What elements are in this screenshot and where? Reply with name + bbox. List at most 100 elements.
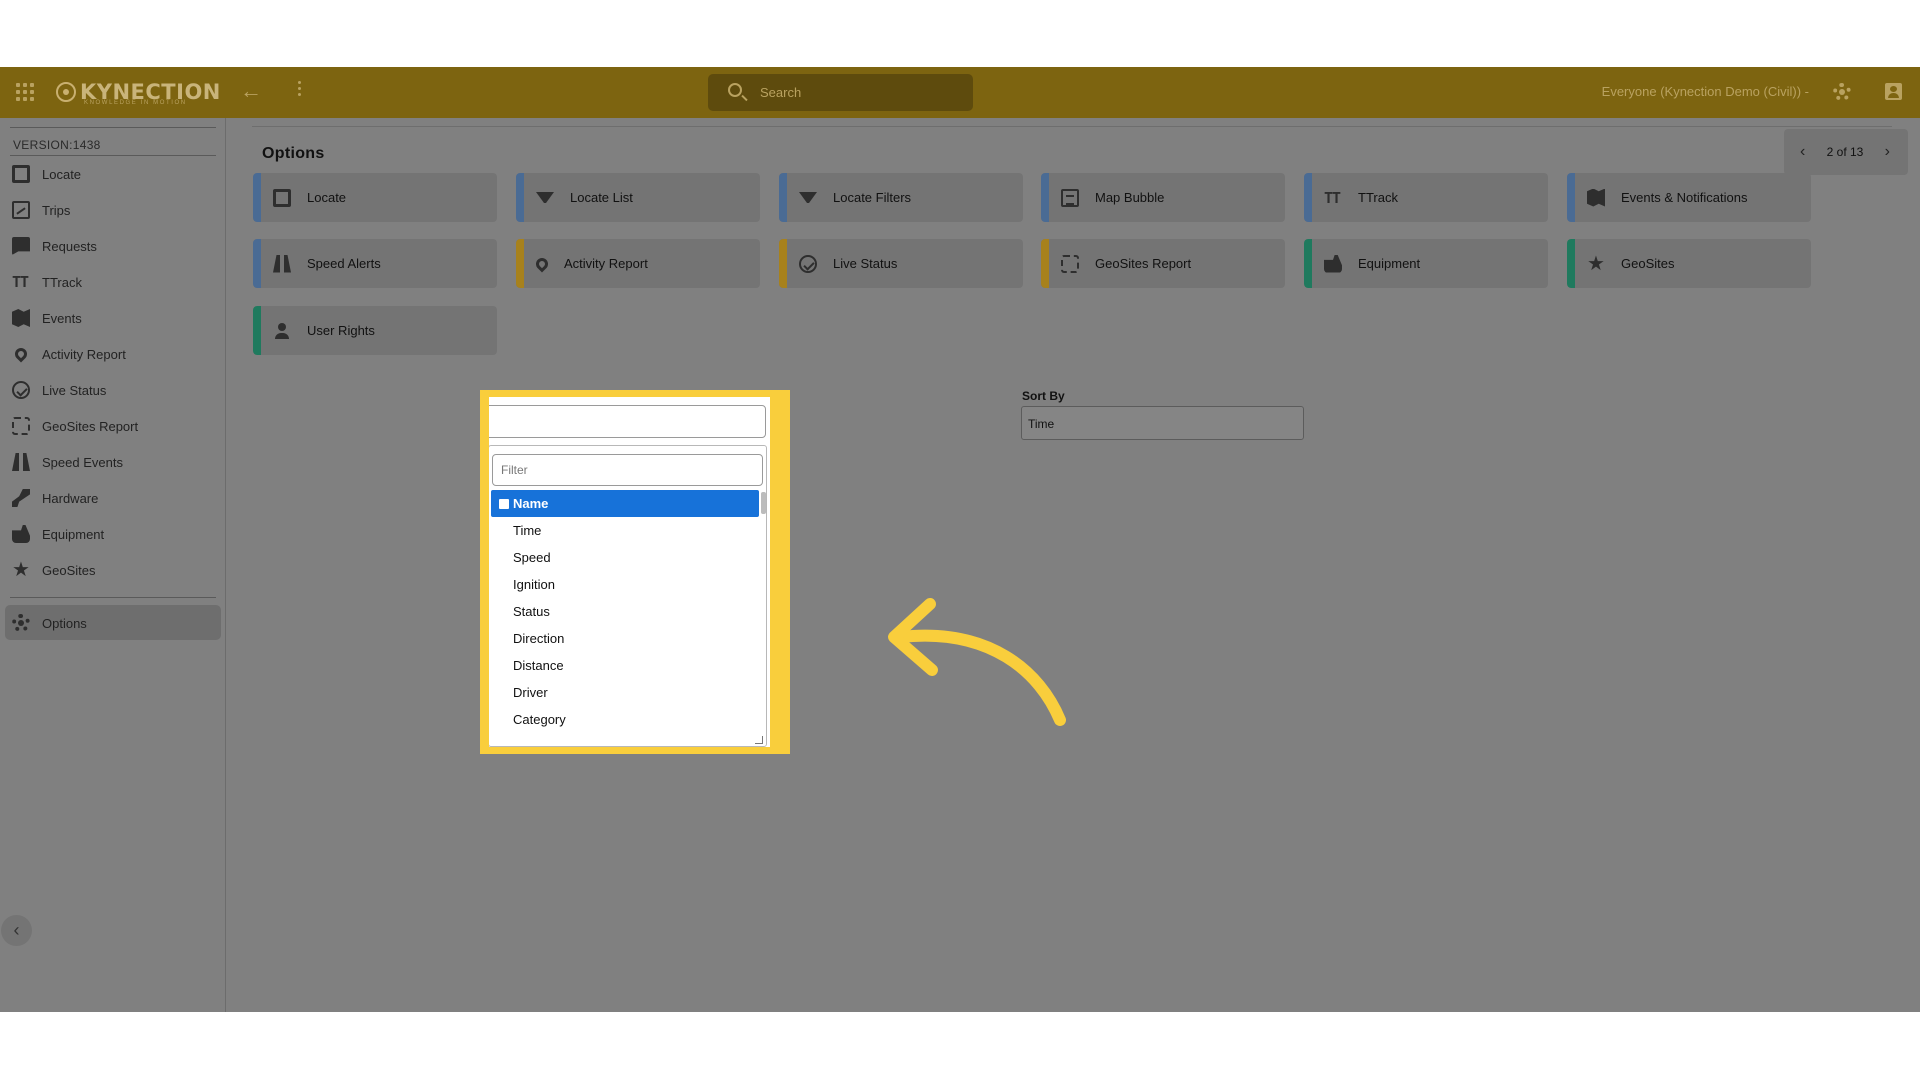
app-grid-icon[interactable] xyxy=(16,83,34,101)
dropdown-option-name[interactable]: Name xyxy=(491,490,759,517)
sidebar-item-label: Speed Events xyxy=(42,454,123,470)
sidebar-item-geosites-report[interactable]: GeoSites Report xyxy=(12,414,138,438)
dropdown-option-distance[interactable]: Distance xyxy=(491,652,759,679)
checkbox-icon xyxy=(499,499,509,509)
person-icon xyxy=(273,322,291,340)
filter-icon xyxy=(799,192,817,203)
dropdown-option-status[interactable]: Status xyxy=(491,598,759,625)
events-icon xyxy=(12,309,30,327)
card-label: User Rights xyxy=(307,323,375,338)
sidebar-item-requests[interactable]: Requests xyxy=(12,234,97,258)
card-user-rights[interactable]: User Rights xyxy=(253,306,497,355)
account-icon[interactable] xyxy=(1885,83,1902,100)
logo-tagline: KNOWLEDGE IN MOTION xyxy=(84,100,187,106)
star-icon: ★ xyxy=(12,559,30,581)
kynection-logo[interactable]: KYNECTION KNOWLEDGE IN MOTION xyxy=(56,78,221,106)
sidebar-item-events[interactable]: Events xyxy=(12,306,82,330)
card-live-status[interactable]: Live Status xyxy=(779,239,1023,288)
sidebar: VERSION:1438 Locate Trips Requests TT TT… xyxy=(0,118,226,1012)
sidebar-item-trips[interactable]: Trips xyxy=(12,198,70,222)
sidebar-item-label: Options xyxy=(42,615,87,631)
ttrack-icon: TT xyxy=(1324,188,1341,207)
filter-input[interactable] xyxy=(492,454,763,486)
card-speed-alerts[interactable]: Speed Alerts xyxy=(253,239,497,288)
option-label: Name xyxy=(513,496,549,511)
settings-gear-icon[interactable] xyxy=(1833,83,1851,101)
search-icon xyxy=(728,83,742,97)
card-accent xyxy=(1304,173,1312,222)
card-accent xyxy=(1567,239,1575,288)
sidebar-divider xyxy=(10,127,216,128)
dashed-square-icon xyxy=(1061,254,1079,273)
card-ttrack[interactable]: TT TTrack xyxy=(1304,173,1548,222)
sidebar-item-label: TTrack xyxy=(42,274,82,290)
road-icon xyxy=(273,254,291,273)
card-accent xyxy=(1567,173,1575,222)
sidebar-item-activity-report[interactable]: Activity Report xyxy=(12,342,126,366)
dropdown-option-driver[interactable]: Driver xyxy=(491,679,759,706)
sidebar-item-options[interactable]: Options xyxy=(12,611,87,635)
card-activity-report[interactable]: Activity Report xyxy=(516,239,760,288)
sidebar-item-label: GeoSites Report xyxy=(42,418,139,434)
card-events-notifications[interactable]: Events & Notifications xyxy=(1567,173,1811,222)
card-equipment[interactable]: Equipment xyxy=(1304,239,1548,288)
card-locate-filters[interactable]: Locate Filters xyxy=(779,173,1023,222)
sidebar-item-live-status[interactable]: Live Status xyxy=(12,378,106,402)
version-label: VERSION:1438 xyxy=(13,138,101,152)
sort-by-select[interactable]: Time xyxy=(1021,406,1304,440)
dropdown-option-speed[interactable]: Speed xyxy=(491,544,759,571)
card-accent xyxy=(516,173,524,222)
map-icon xyxy=(12,165,30,183)
card-locate[interactable]: Locate xyxy=(253,173,497,222)
road-icon xyxy=(12,453,30,471)
truck-icon xyxy=(12,525,30,543)
card-label: Locate List xyxy=(570,190,633,205)
sort-by-label: Sort By xyxy=(1022,389,1065,403)
pager-prev-button[interactable]: ‹ xyxy=(1800,143,1805,161)
dropdown-panel: Name Time Speed Ignition Status Directio… xyxy=(489,445,767,747)
content-divider xyxy=(252,126,1892,127)
columns-select[interactable] xyxy=(489,405,766,438)
sidebar-item-label: Requests xyxy=(42,238,97,254)
sidebar-item-equipment[interactable]: Equipment xyxy=(12,522,104,546)
card-label: Locate Filters xyxy=(833,190,912,205)
card-geosites-report[interactable]: GeoSites Report xyxy=(1041,239,1285,288)
sidebar-item-label: Locate xyxy=(42,166,82,182)
sidebar-item-label: Equipment xyxy=(42,526,105,542)
annotation-arrow-icon xyxy=(888,598,1066,726)
sidebar-item-locate[interactable]: Locate xyxy=(12,162,81,186)
check-circle-icon xyxy=(799,254,817,273)
card-label: Activity Report xyxy=(564,256,648,271)
search-input[interactable] xyxy=(760,74,960,111)
card-map-bubble[interactable]: Map Bubble xyxy=(1041,173,1285,222)
sidebar-item-hardware[interactable]: Hardware xyxy=(12,486,98,510)
sidebar-item-geosites[interactable]: ★ GeoSites xyxy=(12,558,95,582)
sidebar-item-label: Hardware xyxy=(42,490,99,506)
dropdown-option-direction[interactable]: Direction xyxy=(491,625,759,652)
map-icon xyxy=(273,188,291,207)
org-selector[interactable]: Everyone (Kynection Demo (Civil)) - xyxy=(1602,84,1809,99)
logo-mark-icon xyxy=(56,82,76,102)
card-accent xyxy=(1041,239,1049,288)
requests-icon xyxy=(12,237,30,255)
dropdown-option-category[interactable]: Category xyxy=(491,706,759,733)
dropdown-option-time[interactable]: Time xyxy=(491,517,759,544)
back-arrow-icon[interactable]: ← xyxy=(240,79,262,103)
sidebar-item-speed-events[interactable]: Speed Events xyxy=(12,450,123,474)
pager-text: 2 of 13 xyxy=(1826,145,1864,159)
card-geosites[interactable]: ★ GeoSites xyxy=(1567,239,1811,288)
sidebar-item-label: Activity Report xyxy=(42,346,126,362)
resize-handle-icon[interactable] xyxy=(755,736,763,744)
pager-next-button[interactable]: › xyxy=(1885,143,1890,161)
sidebar-item-ttrack[interactable]: TT TTrack xyxy=(12,270,82,294)
card-accent xyxy=(253,173,261,222)
clipboard-icon xyxy=(1061,188,1079,207)
tool-icon xyxy=(12,489,30,507)
card-label: Events & Notifications xyxy=(1621,190,1748,205)
more-vertical-icon[interactable] xyxy=(298,81,302,96)
dropdown-scrollbar[interactable] xyxy=(761,492,766,514)
card-label: Equipment xyxy=(1358,256,1421,271)
collapse-sidebar-button[interactable]: ‹ xyxy=(1,915,32,946)
card-locate-list[interactable]: Locate List xyxy=(516,173,760,222)
dropdown-option-ignition[interactable]: Ignition xyxy=(491,571,759,598)
